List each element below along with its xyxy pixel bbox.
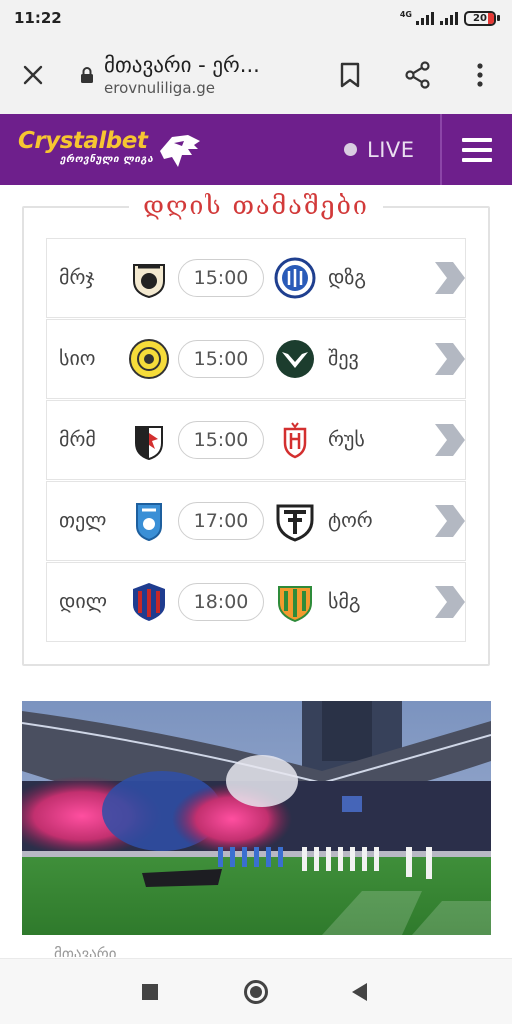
- hamburger-icon: [462, 137, 492, 162]
- home-team: თელ: [59, 508, 107, 532]
- browser-menu-button[interactable]: [460, 55, 500, 95]
- network-type: 4G: [399, 9, 412, 19]
- stadium-photo[interactable]: [22, 701, 491, 935]
- android-nav-bar: [0, 958, 512, 1024]
- address-bar[interactable]: მთავარი - ერ... erovnuliliga.ge: [104, 52, 260, 98]
- matches-title: დღის თამაშები: [0, 191, 512, 220]
- telavi-crest-icon: [136, 503, 162, 542]
- signal-icon-2: [440, 11, 458, 25]
- home-circle-icon[interactable]: [244, 980, 268, 1004]
- brand-name: Crystalbet: [18, 128, 148, 154]
- match-row[interactable]: თელ 17:00 ტორ: [46, 481, 466, 561]
- kickoff-time: 17:00: [178, 502, 264, 540]
- kickoff-time: 15:00: [178, 340, 264, 378]
- status-bar: 11:22 4G 20: [0, 0, 512, 36]
- home-team: მრმ: [59, 427, 96, 451]
- signal-icon: [416, 11, 434, 25]
- torpedo-crest-icon: [276, 504, 314, 542]
- page-title: მთავარი - ერ...: [104, 53, 260, 77]
- stadium-photo-icon: [22, 701, 491, 935]
- chevron-right-icon: [435, 505, 465, 537]
- screen: 11:22 4G 20 მთავარი - ერ... erovnuliliga…: [0, 0, 512, 1024]
- chevron-right-icon: [435, 586, 465, 618]
- site-menu-button[interactable]: [440, 114, 512, 185]
- battery-level: 20: [473, 12, 487, 24]
- away-team: რუს: [328, 427, 365, 451]
- home-team: დილ: [59, 589, 107, 613]
- recents-square-icon[interactable]: [142, 984, 158, 1000]
- away-team: სმგ: [328, 589, 361, 613]
- share-button[interactable]: [398, 55, 438, 95]
- close-tab-button[interactable]: [13, 55, 53, 95]
- away-team: შევ: [328, 346, 359, 370]
- dila-crest-icon: [133, 583, 165, 621]
- shevardeni-crest-icon: [276, 340, 314, 378]
- section-label-partial: მთავარი: [54, 945, 117, 957]
- match-row[interactable]: მრმ 15:00 რუს: [46, 400, 466, 480]
- more-vertical-icon: [477, 63, 483, 87]
- away-team: დზგ: [328, 265, 366, 289]
- match-row[interactable]: სიო 15:00 შევ: [46, 319, 466, 399]
- kickoff-time: 15:00: [178, 259, 264, 297]
- merani-martvili-crest-icon: [135, 426, 163, 461]
- battery-icon: 20: [464, 10, 500, 26]
- browser-toolbar: მთავარი - ერ... erovnuliliga.ge: [0, 36, 512, 114]
- live-button[interactable]: LIVE: [344, 114, 415, 185]
- samgurali-crest-icon: [278, 586, 312, 623]
- live-label: LIVE: [367, 137, 415, 162]
- close-icon: [23, 65, 43, 85]
- away-team: ტორ: [328, 508, 373, 532]
- merani-crest-icon: [133, 264, 165, 299]
- match-row[interactable]: დილ 18:00 სმგ: [46, 562, 466, 642]
- kickoff-time: 15:00: [178, 421, 264, 459]
- chevron-right-icon: [435, 262, 465, 294]
- crystalbet-logo[interactable]: Crystalbet ეროვნული ლიგა: [18, 128, 153, 165]
- brand-subtitle: ეროვნული ლიგა: [60, 154, 154, 165]
- page-url: erovnuliliga.ge: [104, 79, 216, 97]
- bookmark-button[interactable]: [330, 55, 370, 95]
- site-header: Crystalbet ეროვნული ლიგა: [0, 114, 512, 185]
- chevron-right-icon: [435, 424, 465, 456]
- status-icons: 4G 20: [399, 9, 500, 26]
- back-triangle-icon[interactable]: [352, 983, 367, 1001]
- home-team: მრჯ: [59, 265, 95, 289]
- live-dot-icon: [344, 143, 357, 156]
- dinamo-zugdidi-crest-icon: [274, 257, 316, 299]
- knight-logo-icon: [160, 135, 200, 167]
- match-row[interactable]: მრჯ 15:00 დზგ: [46, 238, 466, 318]
- status-time: 11:22: [14, 9, 62, 27]
- share-icon: [405, 61, 430, 89]
- home-team: სიო: [59, 346, 96, 370]
- sioni-crest-icon: [129, 339, 169, 379]
- rustavi-crest-icon: [283, 422, 307, 459]
- lock-icon: [78, 66, 96, 84]
- bookmark-icon: [340, 62, 360, 88]
- chevron-right-icon: [435, 343, 465, 375]
- kickoff-time: 18:00: [178, 583, 264, 621]
